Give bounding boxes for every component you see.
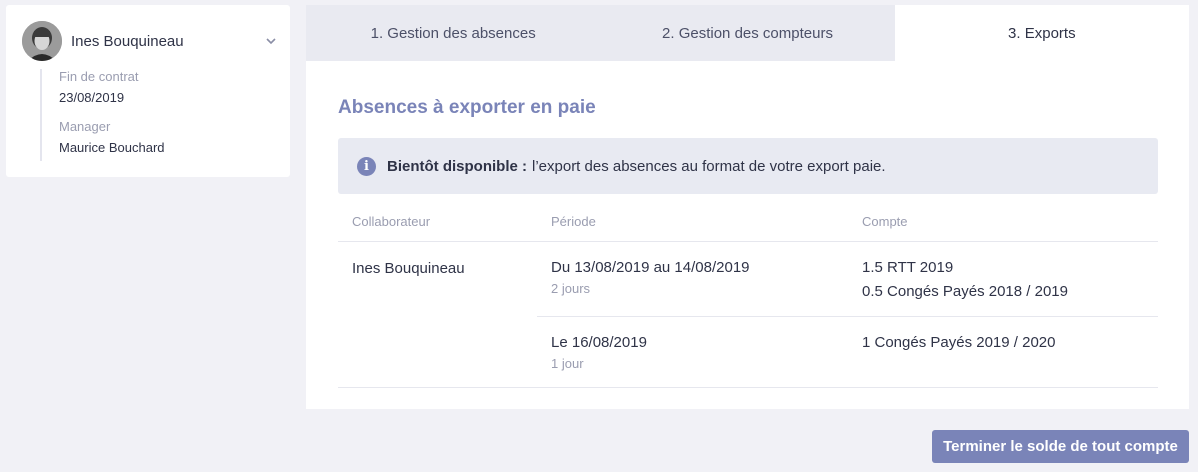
account-entry: 1.5 RTT 2019	[862, 259, 954, 276]
header-collaborator: Collaborateur	[352, 214, 431, 229]
detail-value: Maurice Bouchard	[59, 140, 165, 155]
table-row: Ines Bouquineau Du 13/08/2019 au 14/08/2…	[338, 242, 1158, 388]
tab-absences[interactable]: 1. Gestion des absences	[306, 5, 600, 61]
info-text: l’export des absences au format de votre…	[532, 157, 886, 175]
info-strong-text: Bientôt disponible :	[387, 157, 527, 175]
detail-label: Fin de contrat	[59, 69, 139, 84]
period-row: Du 13/08/2019 au 14/08/2019 2 jours 1.5 …	[537, 242, 1158, 316]
period-duration: 1 jour	[551, 356, 584, 371]
header-period: Période	[551, 214, 596, 229]
section-title: Absences à exporter en paie	[338, 97, 596, 118]
chevron-down-icon[interactable]	[264, 34, 278, 48]
account-entry: 1 Congés Payés 2019 / 2020	[862, 334, 1056, 351]
tab-counters[interactable]: 2. Gestion des compteurs	[600, 5, 894, 61]
period-cell: Du 13/08/2019 au 14/08/2019 2 jours	[537, 242, 848, 316]
period-dates: Du 13/08/2019 au 14/08/2019	[551, 259, 750, 276]
main-panel: 1. Gestion des absences 2. Gestion des c…	[306, 5, 1189, 409]
account-entry: 0.5 Congés Payés 2018 / 2019	[862, 283, 1068, 300]
employee-name: Ines Bouquineau	[71, 32, 184, 50]
employee-details: Fin de contrat 23/08/2019 Manager Mauric…	[40, 69, 165, 161]
export-table: Collaborateur Période Compte Ines Bouqui…	[338, 202, 1158, 388]
info-banner: i Bientôt disponible : l’export des abse…	[338, 138, 1158, 194]
account-cell: 1 Congés Payés 2019 / 2020	[848, 317, 1158, 387]
detail-value: 23/08/2019	[59, 90, 125, 105]
detail-contract-end: Fin de contrat 23/08/2019	[59, 69, 165, 106]
info-icon: i	[357, 156, 376, 176]
collaborator-cell: Ines Bouquineau	[352, 260, 465, 277]
account-cell: 1.5 RTT 2019 0.5 Congés Payés 2018 / 201…	[848, 242, 1158, 316]
finish-settlement-button[interactable]: Terminer le solde de tout compte	[932, 430, 1189, 463]
period-cell: Le 16/08/2019 1 jour	[537, 317, 848, 387]
avatar	[22, 21, 62, 61]
tab-bar: 1. Gestion des absences 2. Gestion des c…	[306, 5, 1189, 61]
period-list: Du 13/08/2019 au 14/08/2019 2 jours 1.5 …	[537, 242, 1158, 387]
tab-exports[interactable]: 3. Exports	[894, 5, 1189, 61]
period-row: Le 16/08/2019 1 jour 1 Congés Payés 2019…	[537, 316, 1158, 387]
table-header: Collaborateur Période Compte	[338, 202, 1158, 242]
detail-manager: Manager Maurice Bouchard	[59, 119, 165, 156]
header-account: Compte	[862, 214, 908, 229]
employee-header[interactable]: Ines Bouquineau	[22, 21, 278, 61]
detail-label: Manager	[59, 119, 111, 134]
period-duration: 2 jours	[551, 281, 591, 296]
avatar-photo	[22, 21, 62, 61]
period-dates: Le 16/08/2019	[551, 334, 647, 351]
employee-card: Ines Bouquineau Fin de contrat 23/08/201…	[6, 5, 290, 177]
